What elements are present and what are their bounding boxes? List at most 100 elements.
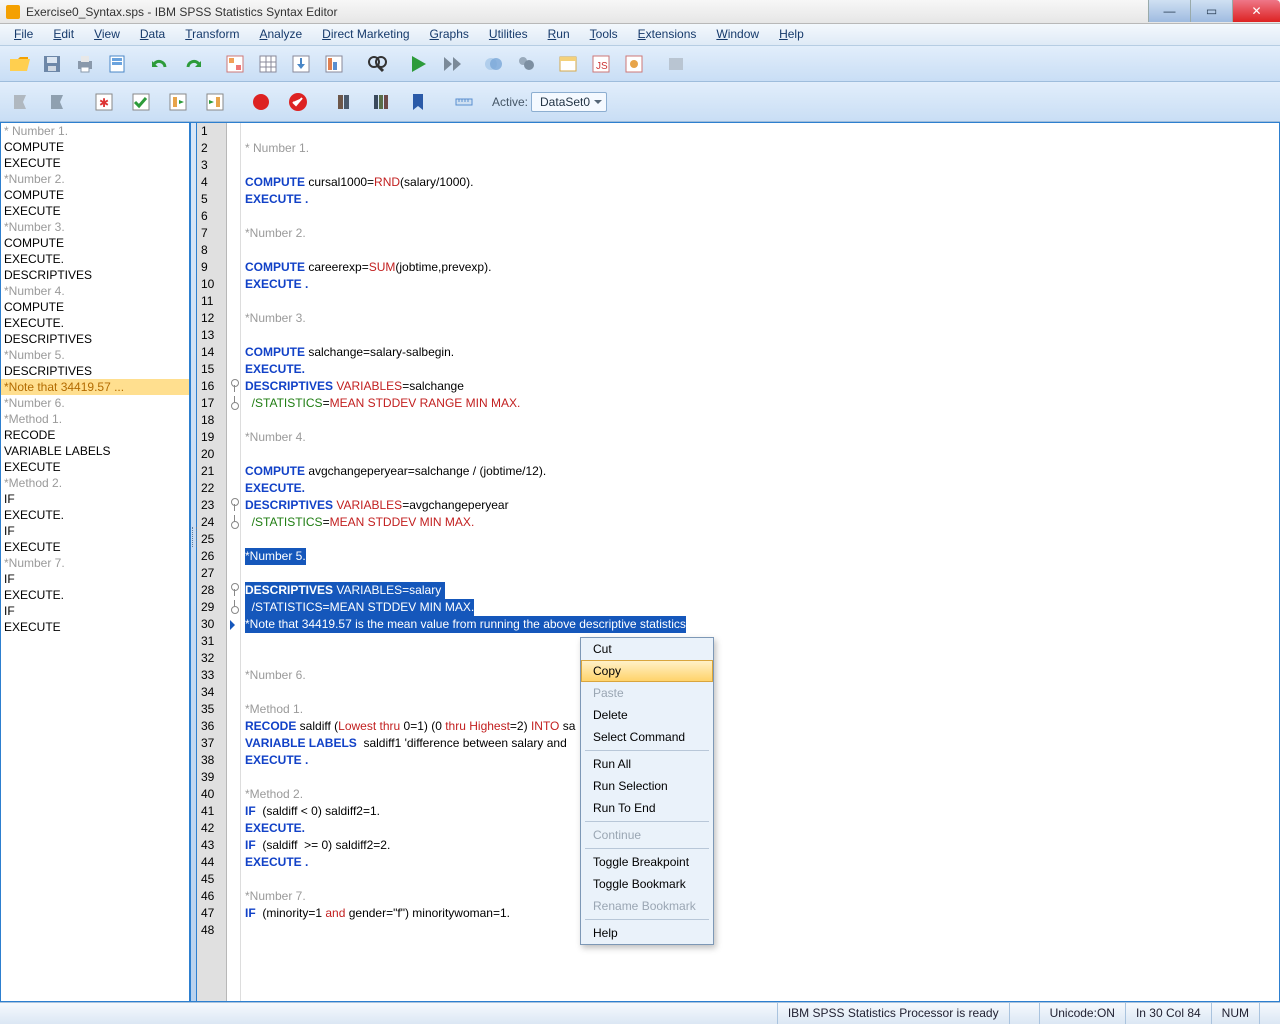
code-line[interactable]: IF (saldiff < 0) saldiff2=1.: [241, 803, 1279, 820]
code-line[interactable]: [241, 565, 1279, 582]
ctx-help[interactable]: Help: [581, 922, 713, 944]
code-line[interactable]: EXECUTE.: [241, 480, 1279, 497]
download-button[interactable]: [286, 49, 316, 79]
nav-item[interactable]: *Number 5.: [1, 347, 189, 363]
nav-item[interactable]: VARIABLE LABELS: [1, 443, 189, 459]
nav-item[interactable]: COMPUTE: [1, 235, 189, 251]
menu-help[interactable]: Help: [769, 24, 814, 45]
code-line[interactable]: *Note that 34419.57 is the mean value fr…: [241, 616, 1279, 633]
nav-item[interactable]: *Number 3.: [1, 219, 189, 235]
maximize-button[interactable]: ▭: [1190, 0, 1232, 22]
code-line[interactable]: [241, 922, 1279, 939]
nav-item[interactable]: DESCRIPTIVES: [1, 363, 189, 379]
active-dataset-dropdown[interactable]: DataSet0: [531, 92, 607, 112]
code-line[interactable]: IF (saldiff >= 0) saldiff2=2.: [241, 837, 1279, 854]
nav-item[interactable]: *Note that 34419.57 ...: [1, 379, 189, 395]
nav-item[interactable]: DESCRIPTIVES: [1, 267, 189, 283]
nav-item[interactable]: *Number 4.: [1, 283, 189, 299]
nav-item[interactable]: DESCRIPTIVES: [1, 331, 189, 347]
menu-graphs[interactable]: Graphs: [420, 24, 479, 45]
nav-item[interactable]: COMPUTE: [1, 187, 189, 203]
bp-on-button[interactable]: [41, 85, 75, 119]
ctx-toggle-breakpoint[interactable]: Toggle Breakpoint: [581, 851, 713, 873]
code-line[interactable]: DESCRIPTIVES VARIABLES=avgchangeperyear: [241, 497, 1279, 514]
print-button[interactable]: [70, 49, 100, 79]
menu-tools[interactable]: Tools: [580, 24, 628, 45]
code-line[interactable]: [241, 123, 1279, 140]
nav-item[interactable]: IF: [1, 571, 189, 587]
code-line[interactable]: COMPUTE careerexp=SUM(jobtime,prevexp).: [241, 259, 1279, 276]
menu-window[interactable]: Window: [706, 24, 769, 45]
code-line[interactable]: EXECUTE .: [241, 752, 1279, 769]
code-line[interactable]: COMPUTE salchange=salary-salbegin.: [241, 344, 1279, 361]
code-area[interactable]: * Number 1. COMPUTE cursal1000=RND(salary…: [241, 123, 1279, 1001]
ctx-run-selection[interactable]: Run Selection: [581, 775, 713, 797]
nav-item[interactable]: *Method 2.: [1, 475, 189, 491]
nav-item[interactable]: EXECUTE: [1, 619, 189, 635]
ctx-toggle-bookmark[interactable]: Toggle Bookmark: [581, 873, 713, 895]
save-button[interactable]: [37, 49, 67, 79]
code-line[interactable]: VARIABLE LABELS saldiff1 'difference bet…: [241, 735, 1279, 752]
menu-utilities[interactable]: Utilities: [479, 24, 538, 45]
code-line[interactable]: /STATISTICS=MEAN STDDEV MIN MAX.: [241, 514, 1279, 531]
code-line[interactable]: COMPUTE avgchangeperyear=salchange / (jo…: [241, 463, 1279, 480]
ctx-select-command[interactable]: Select Command: [581, 726, 713, 748]
undo-button[interactable]: [145, 49, 175, 79]
code-line[interactable]: COMPUTE cursal1000=RND(salary/1000).: [241, 174, 1279, 191]
venn-button[interactable]: [478, 49, 508, 79]
code-line[interactable]: *Number 3.: [241, 310, 1279, 327]
nav-item[interactable]: EXECUTE: [1, 203, 189, 219]
star-button[interactable]: ✱: [87, 85, 121, 119]
nav-item[interactable]: EXECUTE: [1, 155, 189, 171]
code-line[interactable]: *Number 7.: [241, 888, 1279, 905]
rec-button[interactable]: [244, 85, 278, 119]
code-line[interactable]: [241, 633, 1279, 650]
ctx-cut[interactable]: Cut: [581, 638, 713, 660]
nav-item[interactable]: EXECUTE: [1, 539, 189, 555]
nav-item[interactable]: EXECUTE: [1, 459, 189, 475]
code-line[interactable]: [241, 871, 1279, 888]
menu-file[interactable]: File: [4, 24, 43, 45]
ctx-run-all[interactable]: Run All: [581, 753, 713, 775]
code-line[interactable]: [241, 242, 1279, 259]
ctx-delete[interactable]: Delete: [581, 704, 713, 726]
redo-button[interactable]: [178, 49, 208, 79]
code-line[interactable]: *Number 4.: [241, 429, 1279, 446]
code-line[interactable]: [241, 157, 1279, 174]
code-line[interactable]: [241, 650, 1279, 667]
code-line[interactable]: EXECUTE .: [241, 276, 1279, 293]
nav-item[interactable]: *Method 1.: [1, 411, 189, 427]
menu-extensions[interactable]: Extensions: [628, 24, 707, 45]
code-line[interactable]: EXECUTE.: [241, 820, 1279, 837]
code-line[interactable]: IF (minority=1 and gender="f") minorityw…: [241, 905, 1279, 922]
nav-item[interactable]: IF: [1, 523, 189, 539]
skip-button[interactable]: [436, 49, 466, 79]
nav-item[interactable]: RECODE: [1, 427, 189, 443]
code-line[interactable]: DESCRIPTIVES VARIABLES=salary: [241, 582, 1279, 599]
books-button[interactable]: [364, 85, 398, 119]
shapes-button[interactable]: [511, 49, 541, 79]
js-button[interactable]: JS: [586, 49, 616, 79]
find-button[interactable]: [361, 49, 391, 79]
chart-button[interactable]: [220, 49, 250, 79]
media-button[interactable]: [619, 49, 649, 79]
table-button[interactable]: [253, 49, 283, 79]
step2-button[interactable]: [198, 85, 232, 119]
menu-analyze[interactable]: Analyze: [249, 24, 312, 45]
code-line[interactable]: * Number 1.: [241, 140, 1279, 157]
code-line[interactable]: *Number 6.: [241, 667, 1279, 684]
nav-item[interactable]: EXECUTE.: [1, 587, 189, 603]
code-line[interactable]: [241, 684, 1279, 701]
run-button[interactable]: [403, 49, 433, 79]
code-line[interactable]: *Method 2.: [241, 786, 1279, 803]
menu-view[interactable]: View: [84, 24, 130, 45]
nav-item[interactable]: EXECUTE.: [1, 251, 189, 267]
code-line[interactable]: *Number 5.: [241, 548, 1279, 565]
ctx-run-to-end[interactable]: Run To End: [581, 797, 713, 819]
nav-item[interactable]: EXECUTE.: [1, 315, 189, 331]
code-line[interactable]: EXECUTE .: [241, 854, 1279, 871]
menu-data[interactable]: Data: [130, 24, 175, 45]
nav-item[interactable]: * Number 1.: [1, 123, 189, 139]
tick-button[interactable]: [124, 85, 158, 119]
code-line[interactable]: [241, 412, 1279, 429]
